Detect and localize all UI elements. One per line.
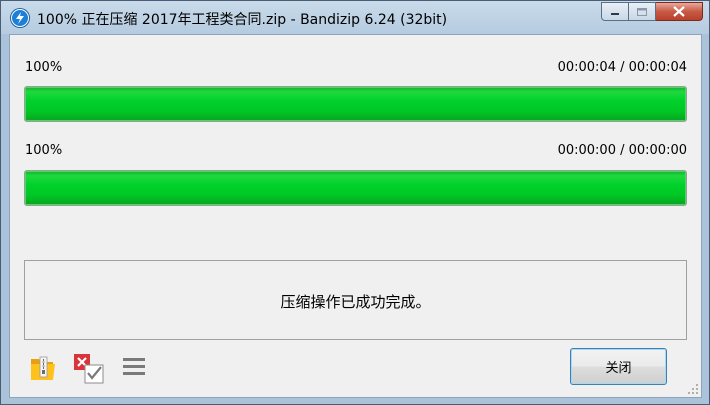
- file-progress-fill: [25, 171, 686, 205]
- status-message: 压缩操作已成功完成。: [280, 293, 431, 311]
- maximize-button: [629, 2, 656, 21]
- total-progress-bar: [24, 86, 687, 122]
- window-title: 100% 正在压缩 2017年工程类合同.zip - Bandizip 6.24…: [37, 12, 448, 28]
- resize-grip-icon[interactable]: [687, 383, 699, 395]
- total-progress-percent: 100%: [25, 60, 63, 75]
- close-icon: [673, 6, 685, 17]
- menu-icon: [123, 358, 145, 375]
- close-button[interactable]: 关闭: [570, 348, 667, 385]
- close-window-button[interactable]: [656, 2, 703, 21]
- bandizip-app-icon[interactable]: [11, 9, 29, 27]
- delete-archive-icon: [74, 354, 104, 384]
- dialog-client-area: 100% 00:00:04 / 00:00:04 100% 00:00:00 /…: [9, 34, 702, 398]
- open-folder-icon: [31, 356, 55, 380]
- window-controls: [601, 2, 703, 21]
- delete-archive-toggle[interactable]: [73, 353, 104, 384]
- minimize-icon: [611, 12, 619, 15]
- minimize-button[interactable]: [601, 2, 629, 21]
- file-progress-time: 00:00:00 / 00:00:00: [557, 143, 687, 158]
- status-panel: 压缩操作已成功完成。: [24, 260, 687, 340]
- maximize-icon: [637, 7, 647, 16]
- total-progress-time: 00:00:04 / 00:00:04: [557, 60, 687, 75]
- total-progress-fill: [25, 87, 686, 121]
- title-bar[interactable]: 100% 正在压缩 2017年工程类合同.zip - Bandizip 6.24…: [1, 1, 709, 34]
- file-progress-percent: 100%: [25, 143, 63, 158]
- bandizip-window: 100% 正在压缩 2017年工程类合同.zip - Bandizip 6.24…: [0, 0, 710, 405]
- file-progress-bar: [24, 170, 687, 206]
- menu-button[interactable]: [120, 353, 150, 383]
- open-folder-button[interactable]: [28, 353, 58, 383]
